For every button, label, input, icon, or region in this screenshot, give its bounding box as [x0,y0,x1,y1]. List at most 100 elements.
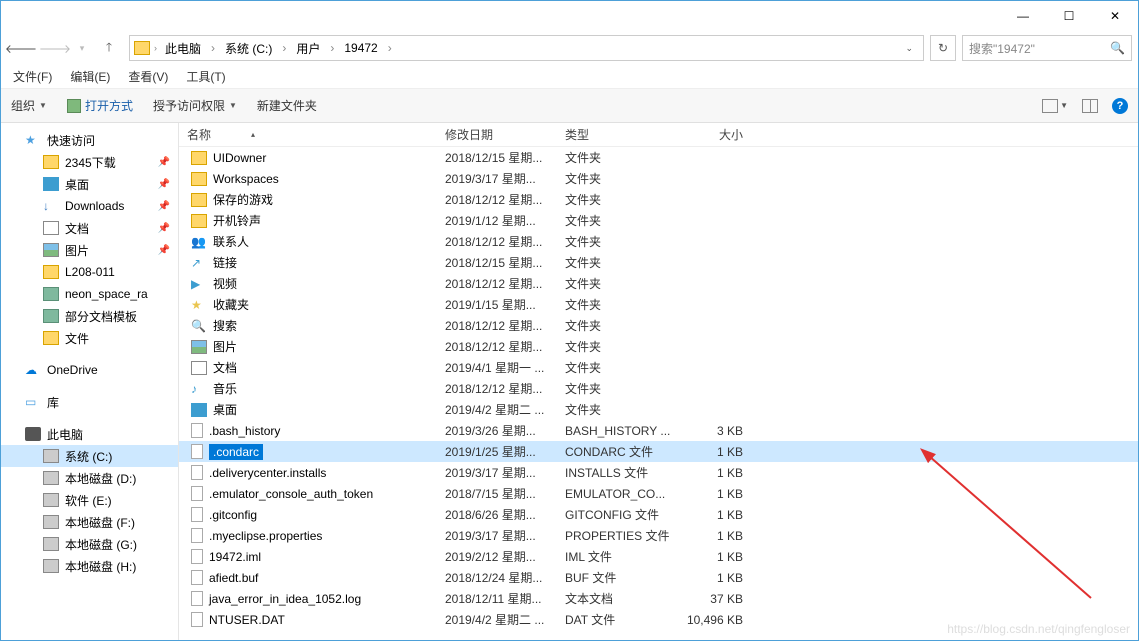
tree-item[interactable]: 部分文档模板 [1,305,178,327]
column-name[interactable]: 名称 ▴ [179,126,437,143]
tree-item[interactable]: 2345下载📌 [1,151,178,173]
pin-icon: 📌 [158,245,170,256]
file-row[interactable]: 桌面2019/4/2 星期二 ...文件夹 [179,399,1138,420]
file-row[interactable]: java_error_in_idea_1052.log2018/12/11 星期… [179,588,1138,609]
file-row[interactable]: 文档2019/4/1 星期一 ...文件夹 [179,357,1138,378]
tree-item-label: 此电脑 [47,426,83,443]
tree-item-label: 库 [47,394,59,411]
file-list[interactable]: 名称 ▴ 修改日期 类型 大小 UIDowner2018/12/15 星期...… [179,123,1138,640]
doc-icon [191,361,207,375]
tree-item[interactable]: 本地磁盘 (D:) [1,467,178,489]
folder-g-icon [43,309,59,323]
menu-item[interactable]: 工具(T) [186,68,225,85]
column-headers[interactable]: 名称 ▴ 修改日期 类型 大小 [179,123,1138,147]
close-button[interactable]: ✕ [1092,1,1138,31]
tree-item[interactable]: 软件 (E:) [1,489,178,511]
tree-item[interactable]: ☁OneDrive [1,359,178,381]
file-row[interactable]: .bash_history2019/3/26 星期...BASH_HISTORY… [179,420,1138,441]
menu-item[interactable]: 编辑(E) [70,68,110,85]
drive-icon [43,471,59,485]
tree-item[interactable]: 图片📌 [1,239,178,261]
file-size: 1 KB [677,445,755,459]
folder-icon [43,331,59,345]
tree-item-label: 桌面 [65,176,89,193]
breadcrumb-segment[interactable]: 用户 [292,38,324,59]
breadcrumb-segment[interactable]: 此电脑 [161,38,205,59]
file-b-icon [191,528,203,543]
forward-button[interactable]: 🡒 [41,34,69,62]
tree-item[interactable]: 本地磁盘 (H:) [1,555,178,577]
file-row[interactable]: afiedt.buf2018/12/24 星期...BUF 文件1 KB [179,567,1138,588]
tree-item-label: 快速访问 [47,132,95,149]
tree-item[interactable]: ▭库 [1,391,178,413]
column-size[interactable]: 大小 [677,126,755,143]
tree-item[interactable]: 文件 [1,327,178,349]
grant-access-menu[interactable]: 授予访问权限▼ [153,97,237,114]
tree-item[interactable]: 本地磁盘 (G:) [1,533,178,555]
file-row[interactable]: ↗链接2018/12/15 星期...文件夹 [179,252,1138,273]
file-row[interactable]: .condarc2019/1/25 星期...CONDARC 文件1 KB [179,441,1138,462]
view-menu[interactable]: ▼ [1042,99,1068,113]
tree-item[interactable]: L208-011 [1,261,178,283]
rename-input[interactable]: .condarc [209,444,263,460]
file-row[interactable]: 开机铃声2019/1/12 星期...文件夹 [179,210,1138,231]
file-row[interactable]: .myeclipse.properties2019/3/17 星期...PROP… [179,525,1138,546]
file-row[interactable]: ★收藏夹2019/1/15 星期...文件夹 [179,294,1138,315]
file-row[interactable]: 图片2018/12/12 星期...文件夹 [179,336,1138,357]
titlebar: — ☐ ✕ [1,1,1138,31]
chevron-icon: › [384,39,396,57]
maximize-button[interactable]: ☐ [1046,1,1092,31]
folder-icon [191,151,207,165]
file-row[interactable]: .emulator_console_auth_token2018/7/15 星期… [179,483,1138,504]
file-type: 文件夹 [557,233,677,250]
main-area: ★快速访问2345下载📌桌面📌↓Downloads📌文档📌图片📌L208-011… [1,123,1138,640]
file-row[interactable]: Workspaces2019/3/17 星期...文件夹 [179,168,1138,189]
tree-item[interactable]: 本地磁盘 (F:) [1,511,178,533]
breadcrumb-segment[interactable]: 系统 (C:) [221,38,276,59]
file-row[interactable]: 19472.iml2019/2/12 星期...IML 文件1 KB [179,546,1138,567]
open-with-button[interactable]: 打开方式 [67,97,133,114]
organize-menu[interactable]: 组织▼ [11,97,47,114]
file-row[interactable]: 👥联系人2018/12/12 星期...文件夹 [179,231,1138,252]
up-button[interactable]: 🡑 [95,34,123,62]
column-date[interactable]: 修改日期 [437,126,557,143]
address-dropdown-icon[interactable]: ⌄ [899,43,919,54]
folder-icon [43,265,59,279]
file-name: .myeclipse.properties [209,529,322,543]
help-button[interactable]: ? [1112,98,1128,114]
tree-item[interactable]: ★快速访问 [1,129,178,151]
breadcrumb-segment[interactable]: 19472 [340,39,381,57]
file-row[interactable]: ▶视频2018/12/12 星期...文件夹 [179,273,1138,294]
new-folder-button[interactable]: 新建文件夹 [257,97,317,114]
minimize-button[interactable]: — [1000,1,1046,31]
file-name: 19472.iml [209,550,261,564]
column-type[interactable]: 类型 [557,126,677,143]
navigation-tree[interactable]: ★快速访问2345下载📌桌面📌↓Downloads📌文档📌图片📌L208-011… [1,123,179,640]
tree-item[interactable]: 此电脑 [1,423,178,445]
tree-item[interactable]: ↓Downloads📌 [1,195,178,217]
menu-item[interactable]: 查看(V) [128,68,168,85]
file-row[interactable]: UIDowner2018/12/15 星期...文件夹 [179,147,1138,168]
video-icon: ▶ [191,277,207,291]
address-bar[interactable]: › 此电脑›系统 (C:)›用户›19472› ⌄ [129,35,924,61]
preview-pane-button[interactable] [1082,99,1098,113]
file-row[interactable]: .gitconfig2018/6/26 星期...GITCONFIG 文件1 K… [179,504,1138,525]
tree-item-label: 本地磁盘 (H:) [65,558,136,575]
tree-item[interactable]: 桌面📌 [1,173,178,195]
pic-icon [191,340,207,354]
file-row[interactable]: 保存的游戏2018/12/12 星期...文件夹 [179,189,1138,210]
tree-item[interactable]: 系统 (C:) [1,445,178,467]
history-dropdown[interactable]: ▾ [75,34,89,62]
back-button[interactable]: 🡐 [7,34,35,62]
tree-item[interactable]: neon_space_ra [1,283,178,305]
tree-item-label: 2345下载 [65,154,116,171]
file-row[interactable]: .deliverycenter.installs2019/3/17 星期...I… [179,462,1138,483]
tree-item[interactable]: 文档📌 [1,217,178,239]
chevron-icon: › [207,39,219,57]
menu-item[interactable]: 文件(F) [13,68,52,85]
search-icon: 🔍 [1110,41,1125,55]
search-input[interactable]: 搜索"19472" 🔍 [962,35,1132,61]
file-row[interactable]: 🔍搜索2018/12/12 星期...文件夹 [179,315,1138,336]
refresh-button[interactable]: ↻ [930,35,956,61]
file-row[interactable]: ♪音乐2018/12/12 星期...文件夹 [179,378,1138,399]
